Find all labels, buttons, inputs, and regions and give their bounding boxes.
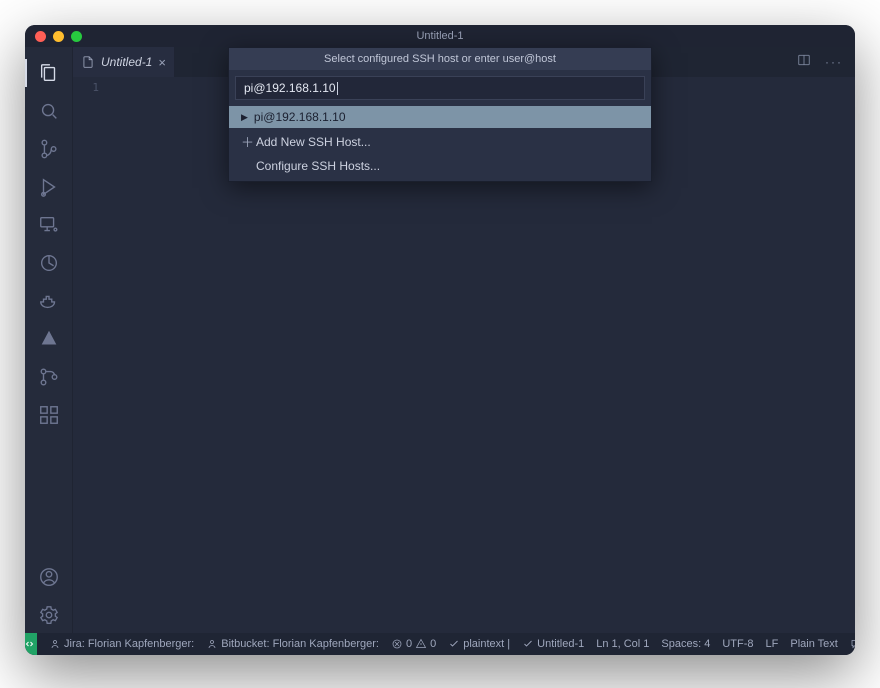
close-tab-icon[interactable]: × — [158, 55, 166, 70]
quick-pick: Select configured SSH host or enter user… — [228, 47, 652, 182]
window-title: Untitled-1 — [25, 30, 855, 42]
settings-button[interactable] — [25, 597, 73, 633]
status-feedback[interactable] — [844, 638, 855, 650]
quick-pick-item-host[interactable]: ▶ pi@192.168.1.10 — [229, 106, 651, 128]
source-control-tab[interactable] — [25, 131, 73, 167]
minimize-window-button[interactable] — [53, 31, 64, 42]
activity-bar — [25, 47, 73, 633]
status-encoding[interactable]: UTF-8 — [716, 638, 759, 650]
warning-icon — [415, 638, 427, 650]
status-ln-col[interactable]: Ln 1, Col 1 — [590, 638, 655, 650]
split-editor-icon[interactable] — [797, 53, 811, 72]
line-numbers: 1 — [73, 77, 107, 633]
git-graph-tab[interactable] — [25, 359, 73, 395]
status-jira[interactable]: Jira: Florian Kapfenberger: — [43, 638, 200, 650]
status-spaces[interactable]: Spaces: 4 — [655, 638, 716, 650]
error-icon — [391, 638, 403, 650]
status-eol[interactable]: LF — [760, 638, 785, 650]
file-icon — [81, 55, 95, 69]
remote-explorer-tab[interactable] — [25, 207, 73, 243]
person-icon — [49, 638, 61, 650]
search-tab[interactable] — [25, 93, 73, 129]
title-bar: Untitled-1 — [25, 25, 855, 47]
quick-pick-title: Select configured SSH host or enter user… — [229, 48, 651, 70]
maximize-window-button[interactable] — [71, 31, 82, 42]
remote-indicator[interactable] — [25, 633, 37, 655]
quick-pick-item-configure[interactable]: Configure SSH Hosts... — [229, 155, 651, 177]
quick-pick-item-add[interactable]: ＋ Add New SSH Host... — [229, 128, 651, 155]
editor-tab-untitled[interactable]: Untitled-1 × — [73, 47, 175, 77]
status-bar: Jira: Florian Kapfenberger: Bitbucket: F… — [25, 633, 855, 655]
extension-tab-2[interactable] — [25, 321, 73, 357]
docker-tab[interactable] — [25, 283, 73, 319]
status-file[interactable]: Untitled-1 — [516, 638, 590, 650]
arrow-right-icon: ▶ — [241, 112, 248, 123]
feedback-icon — [850, 638, 855, 650]
more-actions-icon[interactable]: ··· — [825, 55, 843, 69]
run-debug-tab[interactable] — [25, 169, 73, 205]
tab-label: Untitled-1 — [101, 55, 152, 69]
check-icon — [448, 638, 460, 650]
close-window-button[interactable] — [35, 31, 46, 42]
quick-pick-input[interactable]: pi@192.168.1.10 — [235, 76, 645, 100]
status-bitbucket[interactable]: Bitbucket: Florian Kapfenberger: — [200, 638, 385, 650]
person-icon — [206, 638, 218, 650]
accounts-button[interactable] — [25, 559, 73, 595]
text-caret — [337, 82, 338, 95]
extensions-tab[interactable] — [25, 397, 73, 433]
vscode-window: Untitled-1 — [25, 25, 855, 655]
explorer-tab[interactable] — [25, 55, 73, 91]
plus-icon: ＋ — [241, 132, 250, 151]
status-language[interactable]: Plain Text — [784, 638, 844, 650]
status-problems[interactable]: 0 0 — [385, 638, 442, 650]
extension-tab-1[interactable] — [25, 245, 73, 281]
check-icon — [522, 638, 534, 650]
quick-pick-list: ▶ pi@192.168.1.10 ＋ Add New SSH Host... … — [229, 106, 651, 181]
status-plaintext[interactable]: plaintext | — [442, 638, 516, 650]
window-controls — [35, 31, 82, 42]
